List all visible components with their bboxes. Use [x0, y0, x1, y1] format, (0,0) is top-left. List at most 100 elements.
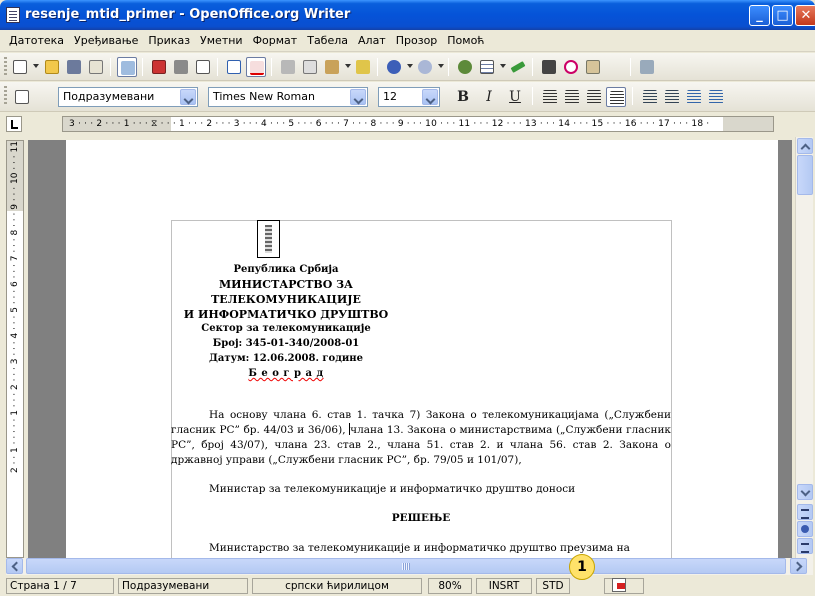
menu-help[interactable]: Помоћ: [442, 34, 489, 47]
autospellcheck-icon[interactable]: [246, 57, 266, 77]
menu-bar: Датотека Уређивање Приказ Уметни Формат …: [0, 30, 815, 52]
header-ministry-2: ТЕЛЕКОМУНИКАЦИЈЕ: [211, 293, 361, 306]
new-dropdown-arrow[interactable]: [33, 64, 39, 68]
paragraph-minister-text: Министар за телекомуникације и информати…: [209, 483, 576, 495]
font-size-select[interactable]: 12: [378, 87, 440, 107]
styles-formatting-icon[interactable]: [12, 87, 32, 107]
menu-table[interactable]: Табела: [302, 34, 353, 47]
status-page[interactable]: Страна 1 / 7: [6, 578, 114, 594]
bold-button[interactable]: B: [452, 87, 474, 107]
page-preview-icon[interactable]: [193, 57, 213, 77]
vertical-ruler[interactable]: 2 · · 1 · · · · · 1 · · · 2 · · · 3 · · …: [6, 140, 24, 558]
new-document-icon[interactable]: [10, 57, 30, 77]
paragraph-minister[interactable]: Министар за телекомуникације и информати…: [171, 482, 671, 497]
email-icon[interactable]: [86, 57, 106, 77]
previous-page-button[interactable]: [797, 504, 813, 520]
menu-file[interactable]: Датотека: [4, 34, 69, 47]
gallery-icon[interactable]: [583, 57, 603, 77]
writer-app-icon[interactable]: [6, 7, 20, 23]
vertical-scroll-thumb[interactable]: [797, 155, 813, 195]
menu-window[interactable]: Прозор: [391, 34, 443, 47]
chevron-down-icon[interactable]: [350, 89, 366, 105]
redo-dropdown-arrow[interactable]: [438, 64, 444, 68]
document-page[interactable]: Република Србија МИНИСТАРСТВО ЗА ТЕЛЕКОМ…: [66, 140, 778, 558]
menu-edit[interactable]: Уређивање: [69, 34, 143, 47]
navigation-button[interactable]: [797, 521, 813, 537]
decision-heading: РЕШЕЊЕ: [391, 512, 451, 524]
paragraph-legal-basis[interactable]: На основу члана 6. став 1. тачка 7) Зако…: [171, 408, 671, 468]
copy-icon[interactable]: [300, 57, 320, 77]
horizontal-scroll-thumb[interactable]: [26, 558, 786, 574]
document-area[interactable]: Република Србија МИНИСТАРСТВО ЗА ТЕЛЕКОМ…: [28, 140, 792, 558]
insert-table-icon[interactable]: [477, 57, 497, 77]
toolbar-overflow-icon[interactable]: [612, 57, 624, 77]
increase-indent-icon[interactable]: [706, 87, 726, 107]
hyperlink-icon[interactable]: [455, 57, 475, 77]
toolbar-grip[interactable]: [4, 86, 7, 106]
status-page-style[interactable]: Подразумевани: [118, 578, 248, 594]
status-insert-mode[interactable]: INSRT: [476, 578, 532, 594]
font-name-value: Times New Roman: [213, 90, 315, 103]
scroll-left-button[interactable]: [6, 558, 23, 574]
draw-functions-icon[interactable]: [508, 57, 528, 77]
vertical-scrollbar[interactable]: [795, 137, 813, 558]
spellcheck-icon[interactable]: [224, 57, 244, 77]
status-selection-mode[interactable]: STD: [536, 578, 570, 594]
scroll-down-button[interactable]: [797, 484, 813, 500]
numbering-icon[interactable]: [640, 87, 660, 107]
horizontal-ruler[interactable]: 3 · · · 2 · · · 1 · · · ⧖ · · · 1 · · · …: [62, 116, 774, 132]
chevron-down-icon[interactable]: [422, 89, 438, 105]
status-zoom[interactable]: 80%: [428, 578, 472, 594]
menu-insert[interactable]: Уметни: [195, 34, 248, 47]
coat-of-arms-image[interactable]: [257, 220, 280, 258]
paste-icon[interactable]: [322, 57, 342, 77]
tab-stop-type-icon[interactable]: [6, 116, 22, 132]
status-language[interactable]: српски ћирилицом: [252, 578, 422, 594]
menu-view[interactable]: Приказ: [143, 34, 195, 47]
header-city-text: Б е о г р а д: [248, 368, 324, 379]
align-center-icon[interactable]: [562, 87, 582, 107]
align-left-icon[interactable]: [540, 87, 560, 107]
menu-tools[interactable]: Алат: [353, 34, 391, 47]
print-icon[interactable]: [171, 57, 191, 77]
export-pdf-icon[interactable]: [149, 57, 169, 77]
header-republic: Република Србија: [233, 264, 339, 275]
undo-icon[interactable]: [384, 57, 404, 77]
next-page-button[interactable]: [797, 538, 813, 554]
italic-button[interactable]: I: [478, 87, 500, 107]
minimize-button[interactable]: _: [749, 5, 770, 26]
maximize-button[interactable]: □: [772, 5, 793, 26]
toolbar-extra-icon[interactable]: [637, 57, 657, 77]
scroll-up-button[interactable]: [797, 138, 813, 154]
edit-file-icon[interactable]: [117, 57, 137, 77]
table-dropdown-arrow[interactable]: [500, 64, 506, 68]
align-right-icon[interactable]: [584, 87, 604, 107]
header-city: Б е о г р а д: [171, 366, 401, 381]
navigator-icon[interactable]: [561, 57, 581, 77]
chevron-down-icon[interactable]: [180, 89, 196, 105]
clone-formatting-icon[interactable]: [353, 57, 373, 77]
save-icon[interactable]: [64, 57, 84, 77]
header-sector: Сектор за телекомуникације: [201, 323, 371, 334]
scroll-right-button[interactable]: [790, 558, 807, 574]
status-bar: Страна 1 / 7 Подразумевани српски ћирили…: [0, 576, 815, 596]
find-replace-icon[interactable]: [539, 57, 559, 77]
underline-button[interactable]: U: [504, 87, 526, 107]
paragraph-decision[interactable]: Министарство за телекомуникације и инфор…: [171, 541, 671, 556]
toolbar-grip[interactable]: [4, 57, 7, 77]
menu-format[interactable]: Формат: [248, 34, 303, 47]
bullets-icon[interactable]: [662, 87, 682, 107]
paste-dropdown-arrow[interactable]: [345, 64, 351, 68]
justify-icon[interactable]: [606, 87, 626, 107]
document-modified-icon[interactable]: [612, 578, 626, 592]
paragraph-style-select[interactable]: Подразумевани: [58, 87, 198, 107]
horizontal-scrollbar[interactable]: [6, 558, 813, 575]
undo-dropdown-arrow[interactable]: [407, 64, 413, 68]
open-folder-icon[interactable]: [42, 57, 62, 77]
font-name-select[interactable]: Times New Roman: [208, 87, 368, 107]
cut-icon[interactable]: [278, 57, 298, 77]
close-button[interactable]: ✕: [795, 5, 815, 26]
redo-icon[interactable]: [415, 57, 435, 77]
window-title: resenje_mtid_primer - OpenOffice.org Wri…: [25, 7, 351, 22]
decrease-indent-icon[interactable]: [684, 87, 704, 107]
